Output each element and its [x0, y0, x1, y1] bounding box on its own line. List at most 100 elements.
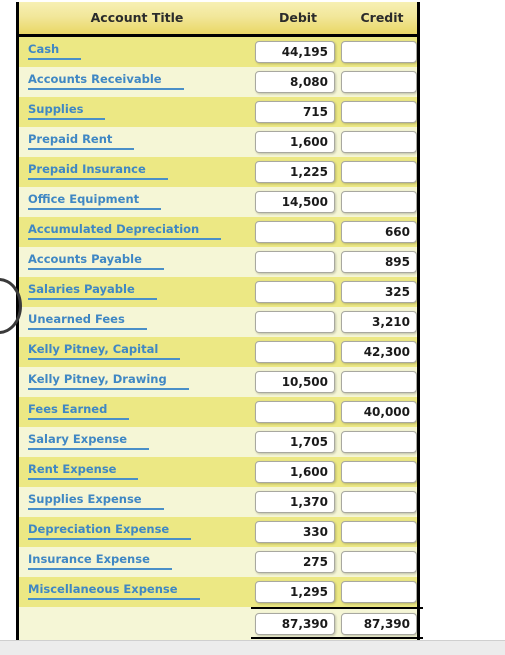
trial-balance-worksheet: Account Title Debit Credit Cash 44,195 Acc… — [16, 2, 423, 643]
debit-input[interactable]: 44,195 — [255, 41, 335, 63]
account-title-underline — [28, 148, 134, 150]
table-row: Insurance Expense 275 — [19, 547, 417, 577]
account-title-label: Office Equipment — [28, 192, 140, 206]
account-title-select[interactable]: Salaries Payable — [28, 282, 157, 304]
table-row: Accounts Payable 895 — [19, 247, 417, 277]
debit-input[interactable]: 275 — [255, 551, 335, 573]
credit-input[interactable] — [341, 191, 417, 213]
table-row: Supplies 715 — [19, 97, 417, 127]
column-header-debit: Debit — [278, 10, 318, 25]
debit-input[interactable]: 1,225 — [255, 161, 335, 183]
credit-input[interactable] — [341, 551, 417, 573]
account-title-select[interactable]: Prepaid Insurance — [28, 162, 168, 184]
account-title-select[interactable]: Prepaid Rent — [28, 132, 134, 154]
account-title-select[interactable]: Unearned Fees — [28, 312, 147, 334]
account-title-label: Supplies — [28, 102, 84, 116]
account-title-select[interactable]: Supplies Expense — [28, 492, 164, 514]
account-title-select[interactable]: Supplies — [28, 102, 105, 124]
account-title-underline — [28, 418, 129, 420]
account-title-label: Supplies Expense — [28, 492, 142, 506]
debit-input[interactable]: 1,705 — [255, 431, 335, 453]
totals-credit-value[interactable]: 87,390 — [341, 613, 417, 635]
account-title-label: Salary Expense — [28, 432, 128, 446]
credit-input[interactable] — [341, 101, 417, 123]
credit-input[interactable] — [341, 131, 417, 153]
account-title-label: Miscellaneous Expense — [28, 582, 178, 596]
account-title-select[interactable]: Miscellaneous Expense — [28, 582, 200, 604]
debit-input[interactable] — [255, 251, 335, 273]
account-title-select[interactable]: Kelly Pitney, Drawing — [28, 372, 189, 394]
account-title-label: Salaries Payable — [28, 282, 135, 296]
account-title-label: Fees Earned — [28, 402, 108, 416]
credit-input[interactable] — [341, 521, 417, 543]
account-title-select[interactable]: Accounts Receivable — [28, 72, 184, 94]
debit-input[interactable]: 1,370 — [255, 491, 335, 513]
debit-input[interactable] — [255, 281, 335, 303]
table-body: Cash 44,195 Accounts Receivable 8,080 Suppli… — [19, 37, 417, 607]
debit-input[interactable]: 715 — [255, 101, 335, 123]
debit-input[interactable]: 1,295 — [255, 581, 335, 603]
account-title-label: Prepaid Rent — [28, 132, 113, 146]
account-title-select[interactable]: Accumulated Depreciation — [28, 222, 221, 244]
debit-input[interactable] — [255, 401, 335, 423]
debit-input[interactable]: 10,500 — [255, 371, 335, 393]
account-title-label: Kelly Pitney, Capital — [28, 342, 159, 356]
debit-input[interactable]: 330 — [255, 521, 335, 543]
account-title-select[interactable]: Insurance Expense — [28, 552, 172, 574]
debit-input[interactable]: 1,600 — [255, 131, 335, 153]
credit-input[interactable]: 660 — [341, 221, 417, 243]
credit-input[interactable] — [341, 431, 417, 453]
credit-input[interactable]: 3,210 — [341, 311, 417, 333]
credit-input[interactable] — [341, 371, 417, 393]
table-row: Depreciation Expense 330 — [19, 517, 417, 547]
debit-input[interactable]: 14,500 — [255, 191, 335, 213]
account-title-select[interactable]: Fees Earned — [28, 402, 129, 424]
account-title-select[interactable]: Office Equipment — [28, 192, 161, 214]
account-title-select[interactable]: Kelly Pitney, Capital — [28, 342, 180, 364]
table-row: Office Equipment 14,500 — [19, 187, 417, 217]
account-title-label: Prepaid Insurance — [28, 162, 146, 176]
account-title-underline — [28, 388, 189, 390]
account-title-select[interactable]: Salary Expense — [28, 432, 149, 454]
account-title-label: Insurance Expense — [28, 552, 150, 566]
table-row: Rent Expense 1,600 — [19, 457, 417, 487]
account-title-label: Depreciation Expense — [28, 522, 170, 536]
totals-debit-value[interactable]: 87,390 — [255, 613, 335, 635]
table-row: Cash 44,195 — [19, 37, 417, 67]
credit-input[interactable]: 42,300 — [341, 341, 417, 363]
credit-input[interactable] — [341, 161, 417, 183]
account-title-select[interactable]: Depreciation Expense — [28, 522, 191, 544]
totals-row: 87,390 87,390 — [19, 607, 423, 643]
credit-input[interactable] — [341, 71, 417, 93]
credit-input[interactable]: 895 — [341, 251, 417, 273]
debit-input[interactable] — [255, 341, 335, 363]
credit-input[interactable]: 40,000 — [341, 401, 417, 423]
account-title-label: Accounts Payable — [28, 252, 142, 266]
account-title-underline — [28, 508, 164, 510]
account-title-underline — [28, 448, 149, 450]
credit-input[interactable] — [341, 41, 417, 63]
credit-input[interactable] — [341, 491, 417, 513]
debit-input[interactable]: 1,600 — [255, 461, 335, 483]
account-title-underline — [28, 268, 164, 270]
account-title-select[interactable]: Accounts Payable — [28, 252, 164, 274]
table-row: Accounts Receivable 8,080 — [19, 67, 417, 97]
debit-input[interactable] — [255, 221, 335, 243]
credit-input[interactable] — [341, 581, 417, 603]
account-title-label: Rent Expense — [28, 462, 117, 476]
account-title-underline — [28, 538, 191, 540]
debit-input[interactable]: 8,080 — [255, 71, 335, 93]
credit-input[interactable]: 325 — [341, 281, 417, 303]
table-row: Fees Earned 40,000 — [19, 397, 417, 427]
debit-input[interactable] — [255, 311, 335, 333]
account-title-select[interactable]: Rent Expense — [28, 462, 138, 484]
credit-input[interactable] — [341, 461, 417, 483]
totals-rule-bottom-outer — [251, 637, 423, 639]
account-title-select[interactable]: Cash — [28, 42, 81, 64]
totals-rule-top — [251, 607, 423, 609]
account-title-label: Accumulated Depreciation — [28, 222, 200, 236]
account-title-underline — [28, 598, 200, 600]
account-title-underline — [28, 88, 184, 90]
table-row: Prepaid Rent 1,600 — [19, 127, 417, 157]
table-row: Unearned Fees 3,210 — [19, 307, 417, 337]
